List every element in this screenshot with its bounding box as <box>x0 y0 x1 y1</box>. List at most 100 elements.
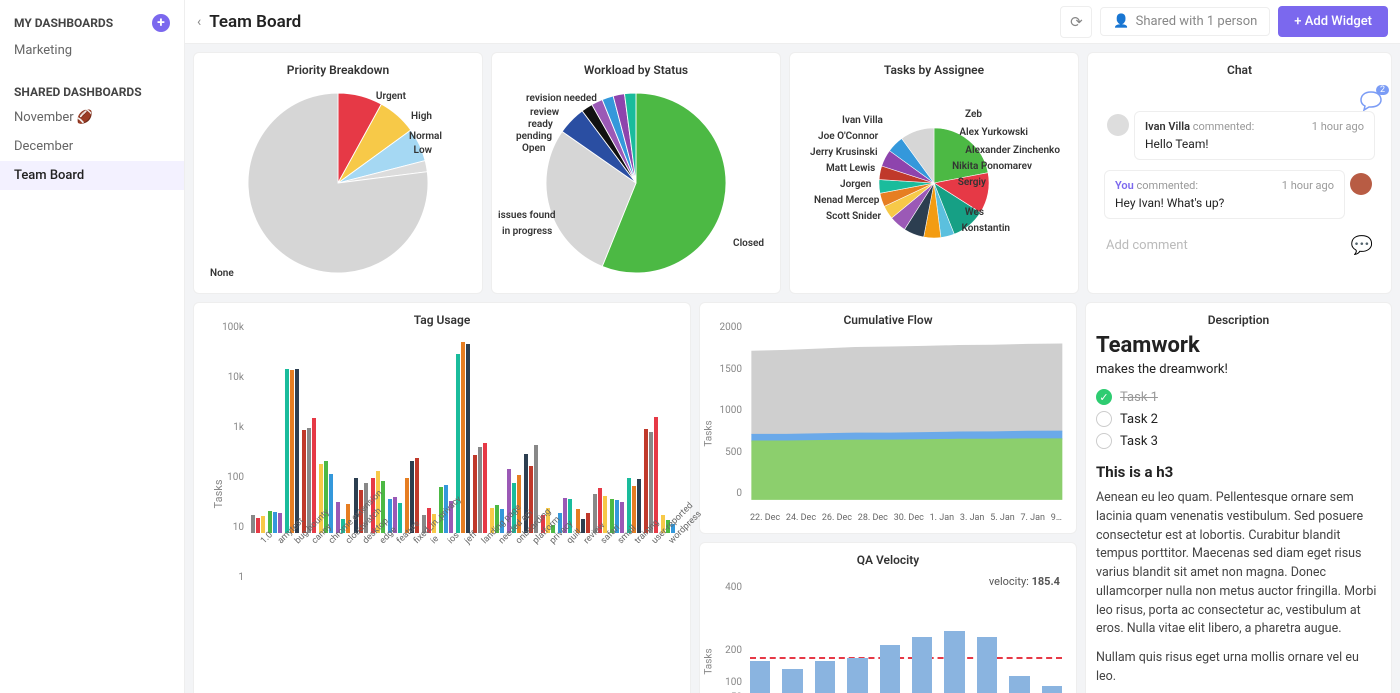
description-p: Aenean eu leo quam. Pellentesque ornare … <box>1096 489 1381 639</box>
chat-count: 2 <box>1376 85 1389 95</box>
bar <box>307 428 311 533</box>
task-label: Task 2 <box>1120 412 1158 427</box>
description-sub: makes the dreamwork! <box>1096 362 1381 377</box>
bar <box>944 631 964 693</box>
send-icon[interactable]: 💬 <box>1351 235 1373 256</box>
bar <box>644 429 648 533</box>
tag-usage-bar-chart <box>250 333 676 533</box>
share-label: Shared with 1 person <box>1136 14 1258 29</box>
bar <box>278 513 282 533</box>
task-label: Task 3 <box>1120 434 1158 449</box>
task-label: Task 1 <box>1120 390 1158 405</box>
pie-slice-label: Ivan Villa <box>842 115 883 126</box>
sidebar-item[interactable]: November 🏈 <box>0 103 184 132</box>
widget-tag-usage: Tag Usage Tasks 1101001k10k100k 1.0amyte… <box>193 302 691 693</box>
add-widget-button[interactable]: + Add Widget <box>1278 6 1388 37</box>
person-icon: 👤 <box>1113 14 1129 29</box>
widget-qa-velocity: QA Velocity velocity: 185.4 50100200400 … <box>699 542 1077 693</box>
sidebar-item[interactable]: December <box>0 132 184 161</box>
task-checkbox[interactable] <box>1096 433 1112 449</box>
pie-slice-label: Alexander Zinchenko <box>965 145 1060 156</box>
widget-workload-status: Workload by Status ClosedOpenin progress… <box>491 52 781 294</box>
pie-slice-label: issues found <box>498 210 555 221</box>
pie-slice-label: Konstantin <box>962 223 1010 234</box>
bar <box>473 455 477 533</box>
bar <box>285 369 289 533</box>
pie-slice-label: Open <box>522 143 546 154</box>
widget-priority-breakdown: Priority Breakdown UrgentHighNormalLowNo… <box>193 52 483 294</box>
pie-slice-label: None <box>210 268 234 279</box>
bar <box>268 511 272 533</box>
pie-slice-label: Wes <box>965 207 984 218</box>
pie-slice-label: Nenad Mercep <box>814 195 879 206</box>
bar <box>483 443 487 533</box>
chat-input[interactable]: Add comment <box>1106 238 1343 253</box>
pie-slice-label: Closed <box>733 238 764 249</box>
pie-slice-label: Matt Lewis <box>826 163 875 174</box>
pie-slice-label: Urgent <box>376 91 406 102</box>
pie-slice-label: Low <box>414 145 432 156</box>
chat-message: You commented:1 hour ago Hey Ivan! What'… <box>1104 170 1345 219</box>
widget-cumulative-flow: Cumulative Flow Tasks 0500100015002000 2… <box>699 302 1077 534</box>
pie-slice-label: pending <box>516 131 552 142</box>
pie-slice-label: Jorgen <box>840 179 871 190</box>
bar <box>302 430 306 533</box>
widget-description: Description Teamwork makes the dreamwork… <box>1085 302 1392 693</box>
bar <box>654 417 658 533</box>
topbar: ‹ Team Board ⟳ 👤 Shared with 1 person + … <box>185 0 1400 44</box>
bar <box>750 661 770 693</box>
pie-slice-label: revision needed <box>526 93 597 104</box>
pie-slice-label: Nikita Ponomarev <box>952 161 1032 172</box>
bar <box>466 344 470 533</box>
avatar <box>1350 173 1372 195</box>
task-checkbox[interactable] <box>1096 411 1112 427</box>
sidebar-item[interactable]: Marketing <box>0 36 184 65</box>
bar <box>912 637 932 693</box>
pie-slice-label: ready <box>528 119 553 130</box>
bar <box>880 645 900 693</box>
refresh-button[interactable]: ⟳ <box>1060 6 1092 38</box>
widget-title: QA Velocity <box>710 553 1066 567</box>
pie-slice-label: Jerry Krusinski <box>810 147 878 158</box>
bar <box>273 512 277 533</box>
pie-slice-label: Normal <box>409 131 442 142</box>
description-h3: This is a h3 <box>1096 463 1381 481</box>
bar <box>1009 676 1029 693</box>
description-p: Nullam quis risus eget urna mollis ornar… <box>1096 649 1381 687</box>
pie-slice-label: Alex Yurkowski <box>959 127 1028 138</box>
pie-slice-label: Joe O'Connor <box>818 131 878 142</box>
bar <box>478 447 482 533</box>
description-heading: Teamwork <box>1096 333 1381 358</box>
widget-title: Workload by Status <box>502 63 770 77</box>
widget-title: Tasks by Assignee <box>800 63 1068 77</box>
widget-title: Tag Usage <box>204 313 680 327</box>
share-button[interactable]: 👤 Shared with 1 person <box>1100 7 1270 36</box>
bar <box>256 518 260 533</box>
bar <box>586 513 590 533</box>
chat-body-text: Hey Ivan! What's up? <box>1115 196 1334 210</box>
x-tick-label: ie <box>429 534 441 546</box>
widget-title: Priority Breakdown <box>204 63 472 77</box>
bar <box>261 516 265 533</box>
pie-slice-label: Zeb <box>965 109 982 120</box>
bar <box>251 515 255 533</box>
sidebar-item[interactable]: Team Board <box>0 161 184 190</box>
avatar <box>1107 114 1129 136</box>
task-checkbox[interactable]: ✓ <box>1096 389 1112 405</box>
shared-dashboards-label: SHARED DASHBOARDS <box>14 85 142 99</box>
widget-title: Description <box>1096 313 1381 327</box>
widget-title: Chat <box>1098 63 1381 77</box>
add-dashboard-button[interactable]: + <box>152 14 170 32</box>
task-item: Task 2 <box>1096 411 1381 427</box>
widget-tasks-assignee: Tasks by Assignee Zeb Alex Yurkowski Alexa… <box>789 52 1079 294</box>
bar <box>461 342 465 533</box>
task-item: ✓ Task 1 <box>1096 389 1381 405</box>
pie-slice-label: Sergiy <box>958 177 986 188</box>
bar <box>815 661 835 693</box>
chat-body-text: Hello Team! <box>1145 137 1364 151</box>
back-chevron-icon[interactable]: ‹ <box>197 14 201 30</box>
sidebar: MY DASHBOARDS + Marketing SHARED DASHBOA… <box>0 0 185 693</box>
widget-title: Cumulative Flow <box>710 313 1066 327</box>
bar <box>398 503 402 533</box>
cumulative-flow-area-chart <box>710 333 1066 523</box>
